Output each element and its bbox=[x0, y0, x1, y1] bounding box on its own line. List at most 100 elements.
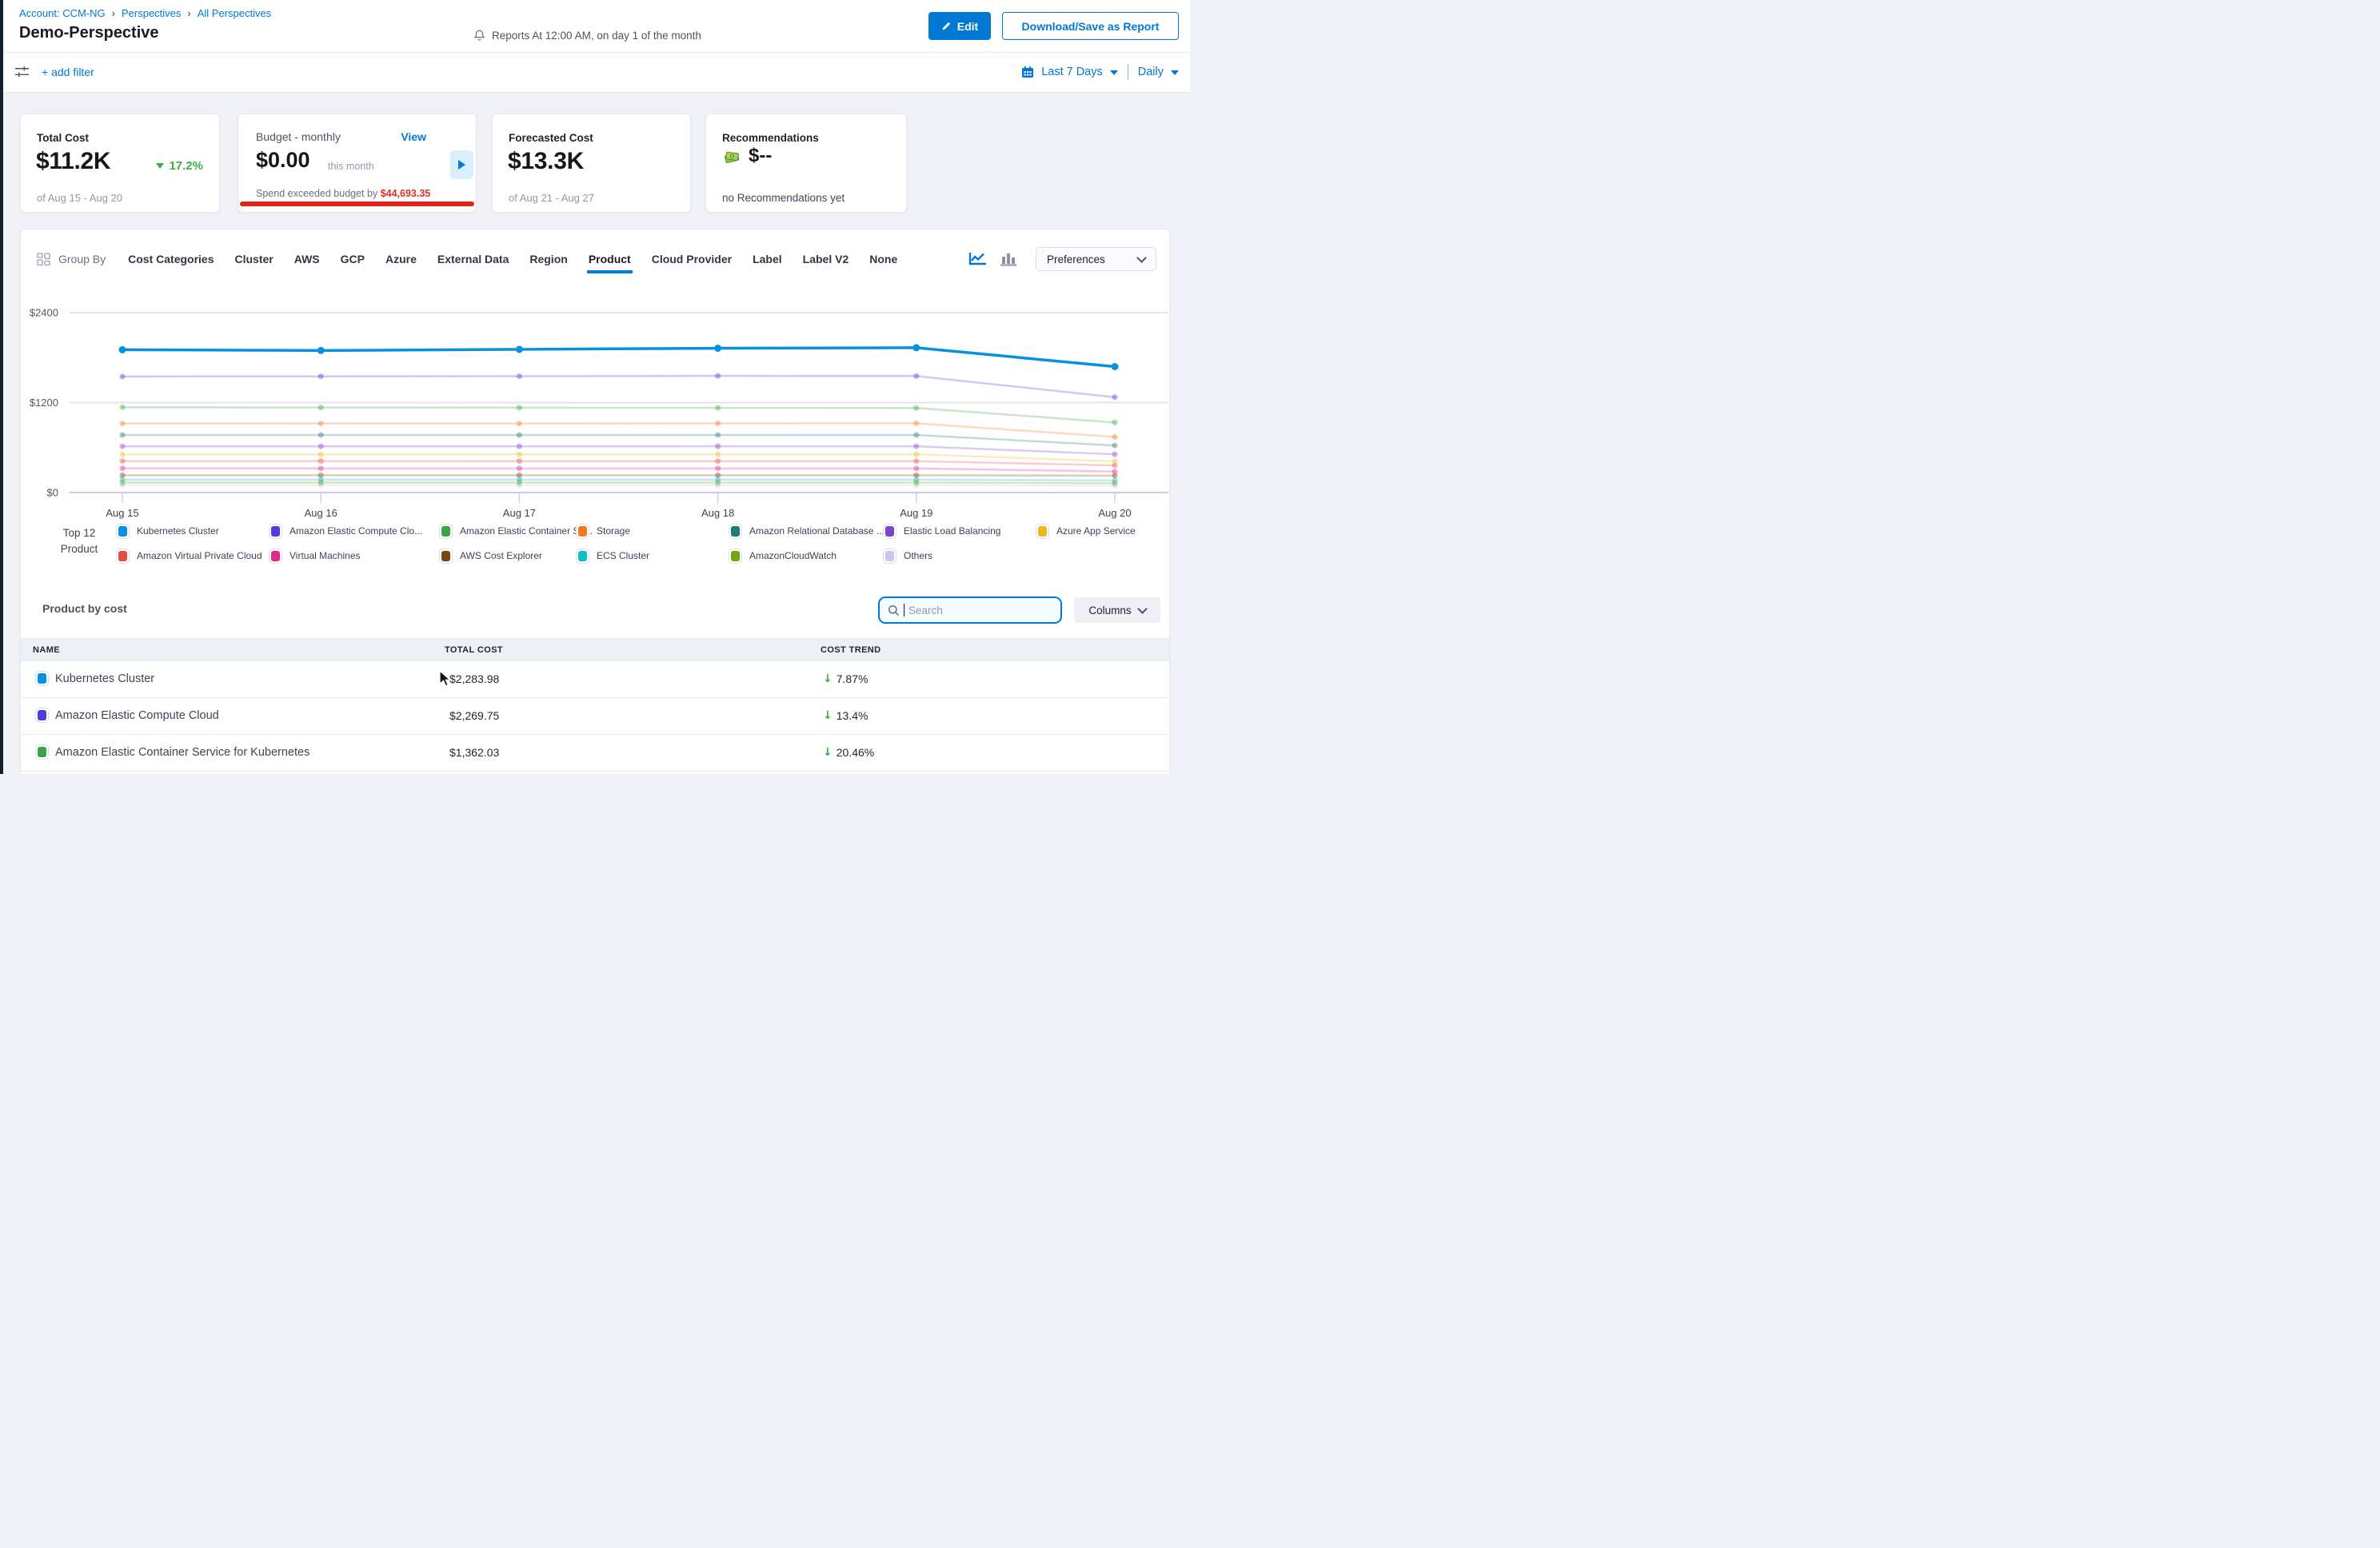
filter-sliders-icon[interactable] bbox=[14, 65, 30, 83]
legend-item-label: Amazon Relational Database ... bbox=[749, 525, 885, 537]
columns-label: Columns bbox=[1088, 604, 1131, 616]
tab-cost-categories[interactable]: Cost Categories bbox=[128, 253, 214, 265]
legend-item-amazon-elastic-compute-clo[interactable]: Amazon Elastic Compute Clo... bbox=[269, 522, 439, 540]
breadcrumb-all-perspectives-link[interactable]: All Perspectives bbox=[198, 7, 271, 19]
pencil-icon bbox=[941, 21, 952, 31]
series-color-swatch bbox=[35, 671, 49, 686]
bell-icon bbox=[473, 29, 485, 42]
legend-item-ecs-cluster[interactable]: ECS Cluster bbox=[576, 547, 729, 565]
legend-title-line2: Product bbox=[51, 541, 107, 557]
tab-product[interactable]: Product bbox=[589, 253, 631, 265]
forecasted-cost-period: of Aug 21 - Aug 27 bbox=[509, 192, 594, 204]
column-header-name[interactable]: NAME bbox=[33, 645, 60, 655]
collapsed-nav-strip[interactable] bbox=[0, 0, 3, 774]
tab-region[interactable]: Region bbox=[529, 253, 567, 265]
tab-label-v2[interactable]: Label V2 bbox=[803, 253, 849, 265]
grid-icon bbox=[37, 253, 50, 266]
breadcrumb-perspectives-link[interactable]: Perspectives bbox=[122, 7, 181, 19]
series-color-swatch bbox=[883, 549, 896, 564]
tab-none[interactable]: None bbox=[869, 253, 897, 265]
row-cost-trend: ↓7.87% bbox=[823, 672, 868, 685]
row-cost-trend: ↓20.46% bbox=[823, 746, 874, 759]
legend-title-line1: Top 12 bbox=[51, 525, 107, 541]
columns-dropdown[interactable]: Columns bbox=[1074, 597, 1160, 623]
budget-next-button[interactable] bbox=[450, 150, 473, 179]
arrow-right-icon bbox=[458, 160, 465, 170]
report-schedule-text: Reports At 12:00 AM, on day 1 of the mon… bbox=[492, 30, 701, 42]
legend-item-label: Amazon Elastic Container Se... bbox=[460, 525, 593, 537]
recommendations-title: Recommendations bbox=[722, 132, 819, 144]
row-total-cost: $2,269.75 bbox=[449, 709, 499, 722]
group-by-tabs: Cost Categories Cluster AWS GCP Azure Externa… bbox=[128, 253, 897, 265]
tab-external-data[interactable]: External Data bbox=[437, 253, 509, 265]
bar-chart-toggle-icon[interactable] bbox=[1000, 251, 1017, 267]
chevron-down-icon[interactable] bbox=[1110, 70, 1118, 75]
column-header-cost-trend[interactable]: COST TREND bbox=[821, 645, 881, 655]
legend-item-amazon-virtual-private-cloud[interactable]: Amazon Virtual Private Cloud bbox=[116, 547, 269, 565]
search-placeholder: Search bbox=[908, 604, 943, 616]
perspective-detail-panel: Group By Cost CategoriesClusterAWSGCPAzu… bbox=[20, 229, 1170, 774]
table-section-title: Product by cost bbox=[42, 602, 127, 615]
download-save-report-button[interactable]: Download/Save as Report bbox=[1002, 12, 1179, 40]
total-cost-trend: 17.2% bbox=[156, 159, 203, 173]
row-total-cost: $2,283.98 bbox=[449, 672, 499, 685]
tab-cloud-provider[interactable]: Cloud Provider bbox=[652, 253, 732, 265]
budget-view-link[interactable]: View bbox=[401, 130, 426, 143]
series-color-swatch bbox=[439, 524, 453, 539]
legend-item-amazon-elastic-container-se[interactable]: Amazon Elastic Container Se... bbox=[439, 522, 576, 540]
legend-item-label: Elastic Load Balancing bbox=[904, 525, 1000, 537]
tab-aws[interactable]: AWS bbox=[294, 253, 320, 265]
report-schedule-note: Reports At 12:00 AM, on day 1 of the mon… bbox=[473, 29, 701, 42]
table-row-amazon-elastic-container-service-for-kubernetes[interactable]: Amazon Elastic Container Service for Kub… bbox=[21, 735, 1169, 772]
legend-item-azure-app-service[interactable]: Azure App Service bbox=[1036, 522, 1136, 540]
legend-item-amazon-relational-database[interactable]: Amazon Relational Database ... bbox=[729, 522, 883, 540]
cost-trend-line-chart[interactable]: $2400$1200$0Aug 15Aug 16Aug 17Aug 18Aug … bbox=[21, 297, 1171, 537]
recommendations-value-row: $-- bbox=[722, 145, 772, 167]
legend-item-virtual-machines[interactable]: Virtual Machines bbox=[269, 547, 439, 565]
download-button-label: Download/Save as Report bbox=[1022, 20, 1160, 33]
tab-cluster[interactable]: Cluster bbox=[235, 253, 274, 265]
budget-exceeded-amount: $44,693.35 bbox=[381, 188, 431, 199]
column-header-total-cost[interactable]: TOTAL COST bbox=[445, 645, 503, 655]
svg-text:Aug 15: Aug 15 bbox=[106, 507, 138, 519]
search-input[interactable]: Search bbox=[878, 596, 1062, 624]
tab-azure[interactable]: Azure bbox=[385, 253, 417, 265]
legend-item-label: Amazon Virtual Private Cloud bbox=[137, 550, 262, 561]
svg-text:Aug 18: Aug 18 bbox=[701, 507, 734, 519]
row-trend-value: 20.46% bbox=[837, 746, 874, 759]
date-range-dropdown[interactable]: Last 7 Days bbox=[1041, 66, 1103, 78]
total-cost-title: Total Cost bbox=[37, 132, 89, 144]
row-total-cost: $1,362.03 bbox=[449, 746, 499, 759]
page-title: Demo-Perspective bbox=[19, 24, 159, 42]
chart-legend: Top 12 Product Kubernetes ClusterAmazon … bbox=[21, 522, 1156, 569]
legend-item-aws-cost-explorer[interactable]: AWS Cost Explorer bbox=[439, 547, 576, 565]
svg-text:$0: $0 bbox=[47, 487, 58, 499]
table-row-amazon-elastic-compute-cloud[interactable]: Amazon Elastic Compute Cloud$2,269.75↓13… bbox=[21, 698, 1169, 735]
tab-gcp[interactable]: GCP bbox=[341, 253, 365, 265]
budget-overrun-bar bbox=[240, 201, 474, 206]
add-filter-button[interactable]: + add filter bbox=[42, 66, 94, 78]
svg-text:Aug 20: Aug 20 bbox=[1098, 507, 1131, 519]
filter-bar: + add filter Last 7 Days Daily bbox=[3, 53, 1190, 93]
legend-item-others[interactable]: Others bbox=[883, 547, 1036, 565]
legend-item-elastic-load-balancing[interactable]: Elastic Load Balancing bbox=[883, 522, 1036, 540]
table-row-kubernetes-cluster[interactable]: Kubernetes Cluster$2,283.98↓7.87% bbox=[21, 661, 1169, 698]
granularity-dropdown[interactable]: Daily bbox=[1138, 66, 1164, 78]
legend-item-storage[interactable]: Storage bbox=[576, 522, 729, 540]
preferences-dropdown[interactable]: Preferences bbox=[1036, 247, 1156, 271]
legend-item-kubernetes-cluster[interactable]: Kubernetes Cluster bbox=[116, 522, 269, 540]
line-chart-toggle-icon[interactable] bbox=[968, 251, 988, 267]
series-color-swatch bbox=[576, 524, 589, 539]
breadcrumb-account-link[interactable]: Account: CCM-NG bbox=[19, 7, 106, 19]
series-color-swatch bbox=[729, 549, 742, 564]
legend-item-label: ECS Cluster bbox=[597, 550, 649, 561]
tab-label[interactable]: Label bbox=[753, 253, 782, 265]
budget-exceeded-text: Spend exceeded budget by bbox=[256, 188, 377, 199]
budget-value-suffix: this month bbox=[328, 161, 374, 172]
legend-item-label: Others bbox=[904, 550, 932, 561]
legend-item-amazoncloudwatch[interactable]: AmazonCloudWatch bbox=[729, 547, 883, 565]
svg-text:Aug 19: Aug 19 bbox=[900, 507, 932, 519]
edit-button[interactable]: Edit bbox=[928, 12, 991, 40]
legend-title: Top 12 Product bbox=[51, 525, 107, 557]
chevron-down-icon[interactable] bbox=[1171, 70, 1179, 75]
